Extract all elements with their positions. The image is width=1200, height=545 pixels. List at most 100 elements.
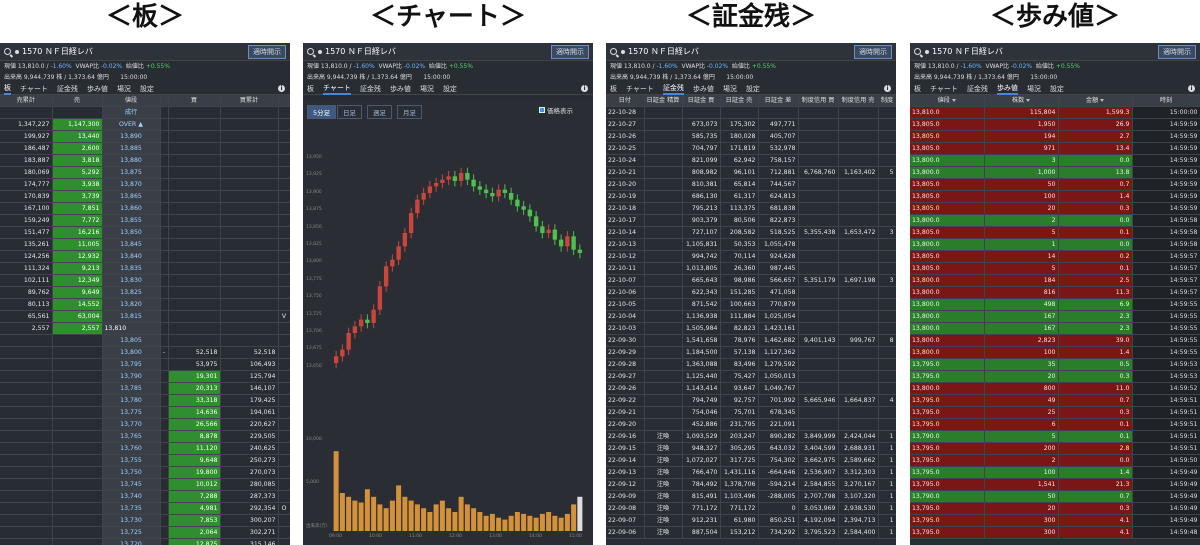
margin-row[interactable]: 22-10-04 1,136,938 111,884 1,025,054 (606, 310, 896, 324)
margin-row[interactable]: 22-10-17 903,379 80,506 822,873 (606, 214, 896, 228)
book-row[interactable]: 13,765 8,878 229,505 (0, 430, 290, 444)
disclosure-button[interactable]: 適時開示 (854, 44, 892, 59)
book-row[interactable]: 2,557 2,557 13,810 (0, 322, 290, 336)
margin-row[interactable]: 22-10-14 727,107 208,582 518,525 5,355,438 1,… (606, 226, 896, 240)
book-row[interactable]: 13,730 7,853 300,207 (0, 514, 290, 528)
book-row[interactable]: 13,750 19,800 270,073 (0, 466, 290, 480)
margin-row[interactable]: 22-09-06 注喚 887,504 153,212 734,292 3,795,523… (606, 526, 896, 540)
tick-row[interactable]: 13,795.0 1,541 21.3 14:59:49 (910, 478, 1200, 492)
book-row[interactable]: 13,780 33,318 179,425 (0, 394, 290, 408)
tab-1[interactable]: チャート (323, 83, 351, 95)
info-icon[interactable]: i (278, 85, 285, 92)
tab-3[interactable]: 歩み値 (996, 83, 1018, 95)
tab-1[interactable]: チャート (626, 84, 654, 94)
margin-row[interactable]: 22-10-11 1,013,805 26,360 987,445 (606, 262, 896, 276)
chart-area[interactable] (303, 101, 593, 545)
margin-row[interactable]: 22-09-28 1,363,088 83,496 1,279,592 (606, 358, 896, 372)
book-row[interactable]: 13,755 9,648 250,273 (0, 454, 290, 468)
tab-5[interactable]: 設定 (746, 84, 760, 94)
tick-row[interactable]: 13,800.0 184 2.5 14:59:57 (910, 274, 1200, 288)
tab-0[interactable]: 板 (914, 84, 921, 94)
tick-row[interactable]: 13,795.0 100 1.4 14:59:49 (910, 466, 1200, 480)
range-tab-0[interactable]: 5分足 (307, 105, 337, 119)
margin-row[interactable]: 22-10-26 585,735 180,028 405,707 (606, 130, 896, 144)
tab-4[interactable]: 場況 (420, 84, 434, 94)
tick-row[interactable]: 13,800.0 2,823 39.0 14:59:55 (910, 334, 1200, 348)
book-row[interactable]: 180,069 5,292 13,875 (0, 166, 290, 180)
margin-row[interactable]: 22-09-12 注喚 784,492 1,378,706 -594,214 2,584,… (606, 478, 896, 492)
margin-row[interactable]: 22-10-20 810,381 65,814 744,567 (606, 178, 896, 192)
margin-row[interactable]: 22-09-08 注喚 771,172 771,172 0 3,053,969 2,938,… (606, 502, 896, 516)
tab-1[interactable]: チャート (20, 84, 48, 94)
margin-row[interactable]: 22-10-07 665,643 98,986 566,657 5,351,179 1,6… (606, 274, 896, 288)
tick-row[interactable]: 13,795.0 20 0.3 14:59:49 (910, 502, 1200, 516)
book-row[interactable]: 13,800-52,518 52,518 (0, 346, 290, 360)
tab-5[interactable]: 設定 (1050, 84, 1064, 94)
disclosure-button[interactable]: 適時開示 (1158, 44, 1196, 59)
margin-row[interactable]: 22-09-16 注喚 1,093,529 203,247 890,282 3,849,9… (606, 430, 896, 444)
tick-row[interactable]: 13,800.0 3 0.0 14:59:59 (910, 154, 1200, 168)
book-row[interactable]: 135,261 11,005 13,845 (0, 238, 290, 252)
tick-row[interactable]: 13,795.0 49 0.7 14:59:51 (910, 394, 1200, 408)
search-icon[interactable] (610, 48, 617, 55)
tab-0[interactable]: 板 (4, 83, 11, 95)
book-row[interactable]: 13,760 11,120 240,625 (0, 442, 290, 456)
book-row[interactable]: 13,795 53,975 106,493 (0, 358, 290, 372)
tab-4[interactable]: 場況 (723, 84, 737, 94)
tab-2[interactable]: 証金残 (967, 84, 988, 94)
book-row[interactable]: 102,111 12,349 13,830 (0, 274, 290, 288)
book-row[interactable]: 124,256 12,932 13,840 (0, 250, 290, 264)
filter-icon[interactable] (951, 98, 956, 102)
tick-row[interactable]: 13,800.0 816 11.3 14:59:57 (910, 286, 1200, 300)
range-tab-2[interactable]: 週足 (367, 105, 392, 119)
tick-row[interactable]: 13,805.0 50 0.7 14:59:59 (910, 178, 1200, 192)
tick-row[interactable]: 13,810.0 115,804 1,599.3 15:00:00 (910, 106, 1200, 120)
filter-icon[interactable] (1100, 98, 1105, 102)
book-row[interactable]: 13,805 (0, 334, 290, 348)
book-row[interactable]: 13,740 7,288 287,373 (0, 490, 290, 504)
tick-row[interactable]: 13,795.0 2 0.0 14:59:50 (910, 454, 1200, 468)
book-row[interactable]: 13,725 2,064 302,271 (0, 526, 290, 540)
tick-row[interactable]: 13,800.0 2 0.0 14:59:58 (910, 214, 1200, 228)
tick-row[interactable]: 13,805.0 194 2.7 14:59:59 (910, 130, 1200, 144)
margin-row[interactable]: 22-10-27 673,073 175,302 497,771 (606, 118, 896, 132)
margin-row[interactable]: 22-09-09 注喚 815,491 1,103,496 -288,005 2,707,… (606, 490, 896, 504)
tick-row[interactable]: 13,800.0 800 11.0 14:59:52 (910, 382, 1200, 396)
tick-row[interactable]: 13,790.0 50 0.7 14:59:49 (910, 490, 1200, 504)
margin-row[interactable]: 22-10-13 1,105,831 50,353 1,055,478 (606, 238, 896, 252)
margin-row[interactable]: 22-09-26 1,143,414 93,647 1,049,767 (606, 382, 896, 396)
tab-5[interactable]: 設定 (443, 84, 457, 94)
tick-row[interactable]: 13,805.0 20 0.3 14:59:59 (910, 202, 1200, 216)
margin-row[interactable]: 22-10-19 686,130 61,317 624,813 (606, 190, 896, 204)
tick-row[interactable]: 13,795.0 20 0.3 14:59:53 (910, 370, 1200, 384)
tick-row[interactable]: 13,800.0 1,000 13.8 14:59:59 (910, 166, 1200, 180)
tab-2[interactable]: 証金残 (360, 84, 381, 94)
book-row[interactable]: 13,720 12,875 315,146 (0, 538, 290, 545)
book-row[interactable]: 13,745 10,012 280,085 (0, 478, 290, 492)
margin-row[interactable]: 22-09-13 注喚 766,470 1,431,116 -664,646 2,536,… (606, 466, 896, 480)
tab-2[interactable]: 証金残 (662, 83, 684, 95)
price-display-checkbox[interactable] (539, 107, 545, 113)
search-icon[interactable] (307, 48, 314, 55)
book-row[interactable]: 183,887 3,818 13,880 (0, 154, 290, 168)
tab-3[interactable]: 歩み値 (693, 84, 714, 94)
margin-row[interactable]: 22-10-21 808,982 96,101 712,881 6,768,760 1,1… (606, 166, 896, 180)
tab-5[interactable]: 設定 (140, 84, 154, 94)
tick-row[interactable]: 13,795.0 6 0.1 14:59:51 (910, 418, 1200, 432)
tab-0[interactable]: 板 (307, 84, 314, 94)
tick-row[interactable]: 13,800.0 1 0.0 14:59:58 (910, 238, 1200, 252)
margin-row[interactable]: 22-10-18 795,213 113,375 681,838 (606, 202, 896, 216)
disclosure-button[interactable]: 適時開示 (551, 44, 589, 59)
tab-0[interactable]: 板 (610, 84, 617, 94)
tick-row[interactable]: 13,795.0 200 2.8 14:59:51 (910, 442, 1200, 456)
margin-row[interactable]: 22-09-22 794,749 92,757 701,992 5,665,946 1,6… (606, 394, 896, 408)
search-icon[interactable] (4, 48, 11, 55)
book-row[interactable]: 13,790 19,301 125,794 (0, 370, 290, 384)
search-icon[interactable] (914, 48, 921, 55)
tab-3[interactable]: 歩み値 (87, 84, 108, 94)
book-row[interactable]: 111,324 9,213 13,835 (0, 262, 290, 276)
tab-4[interactable]: 場況 (117, 84, 131, 94)
book-row[interactable]: 80,113 14,552 13,820 (0, 298, 290, 312)
margin-row[interactable]: 22-09-29 1,184,500 57,138 1,127,362 (606, 346, 896, 360)
margin-row[interactable]: 22-09-27 1,125,440 75,427 1,050,013 (606, 370, 896, 384)
